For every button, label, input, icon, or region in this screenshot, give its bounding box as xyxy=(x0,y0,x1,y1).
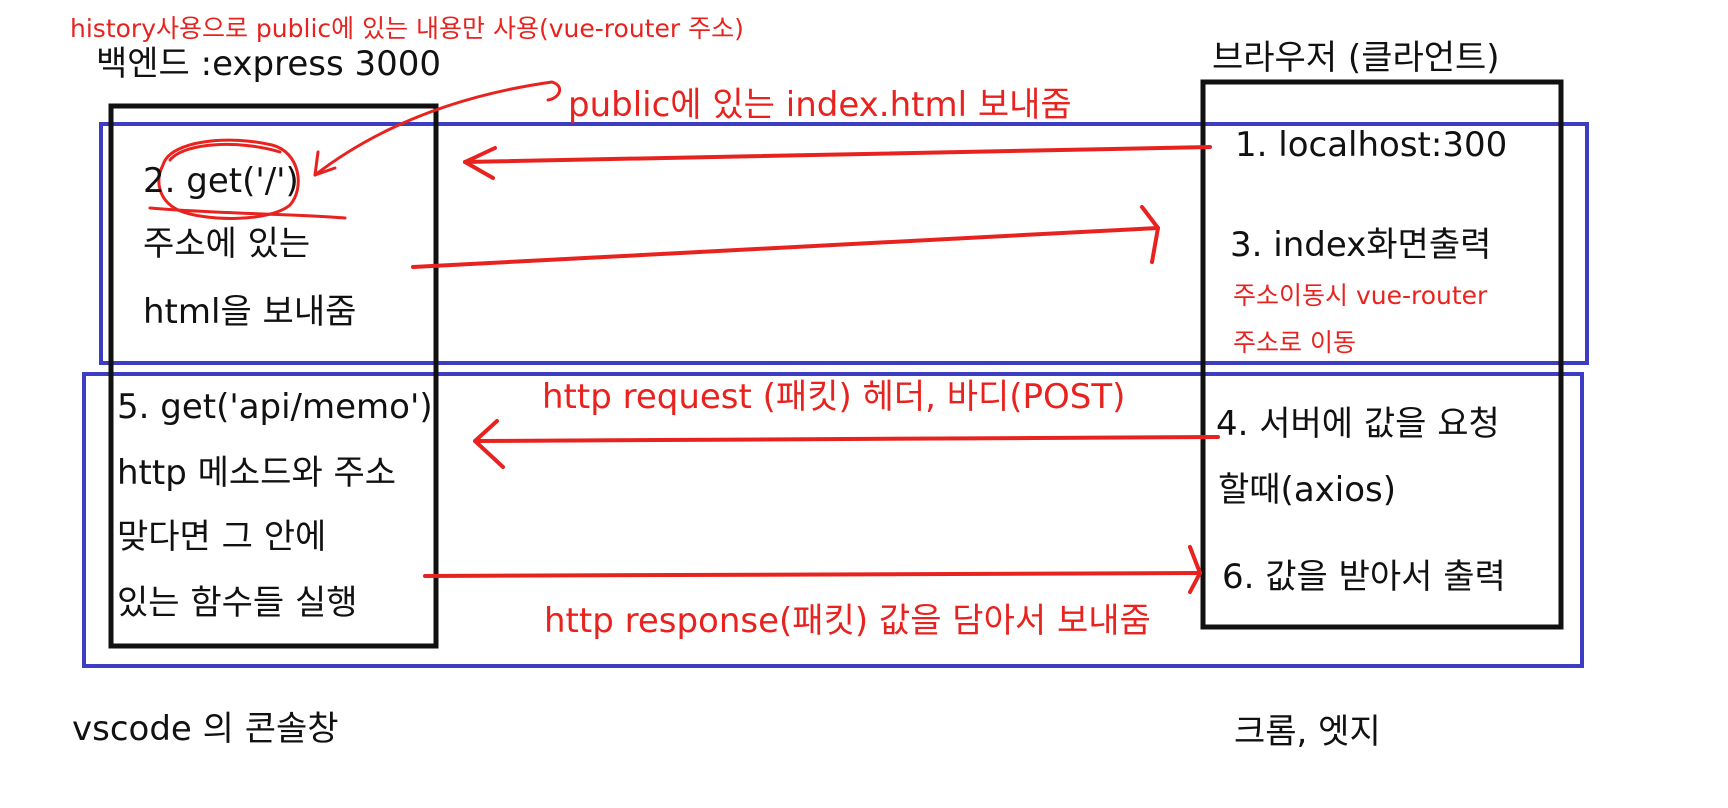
step5-line4: 있는 함수들 실행 xyxy=(117,583,358,623)
step5-line3: 맞다면 그 안에 xyxy=(117,517,327,557)
step3-note-line2: 주소로 이동 xyxy=(1233,328,1356,357)
step2-line2: 주소에 있는 xyxy=(143,224,311,264)
arrow-http-request xyxy=(473,419,1220,469)
step3-note-line1: 주소이동시 vue-router xyxy=(1233,281,1488,310)
step3: 3. index화면출력 xyxy=(1230,225,1492,265)
arrow-request-index xyxy=(463,145,1212,180)
step4-line2: 할때(axios) xyxy=(1218,470,1397,510)
arrow-http-response xyxy=(423,545,1202,594)
request-arrow-label: http request (패킷) 헤더, 바디(POST) xyxy=(542,377,1126,417)
step1: 1. localhost:300 xyxy=(1235,125,1508,165)
step5-line2: http 메소드와 주소 xyxy=(117,453,397,493)
step2-line1: 2. get('/') xyxy=(143,161,299,201)
arrow-send-html xyxy=(411,205,1160,269)
backend-caption: vscode 의 콘솔창 xyxy=(72,709,339,749)
response-arrow-label: http response(패킷) 값을 담아서 보내줌 xyxy=(544,601,1151,641)
client-server-diagram: history사용으로 public에 있는 내용만 사용(vue-router… xyxy=(0,0,1728,808)
backend-title: 백엔드 :express 3000 xyxy=(96,44,442,84)
step6: 6. 값을 받아서 출력 xyxy=(1222,557,1506,597)
step2-line3: html을 보내줌 xyxy=(143,292,357,332)
browser-title: 브라우저 (클라언트) xyxy=(1212,38,1500,78)
step5-line1: 5. get('api/memo') xyxy=(117,387,433,427)
step4-line1: 4. 서버에 값을 요청 xyxy=(1216,404,1500,444)
browser-caption: 크롬, 엣지 xyxy=(1234,712,1381,752)
index-arrow-label: public에 있는 index.html 보내줌 xyxy=(568,85,1072,125)
header-note: history사용으로 public에 있는 내용만 사용(vue-router… xyxy=(70,14,744,43)
